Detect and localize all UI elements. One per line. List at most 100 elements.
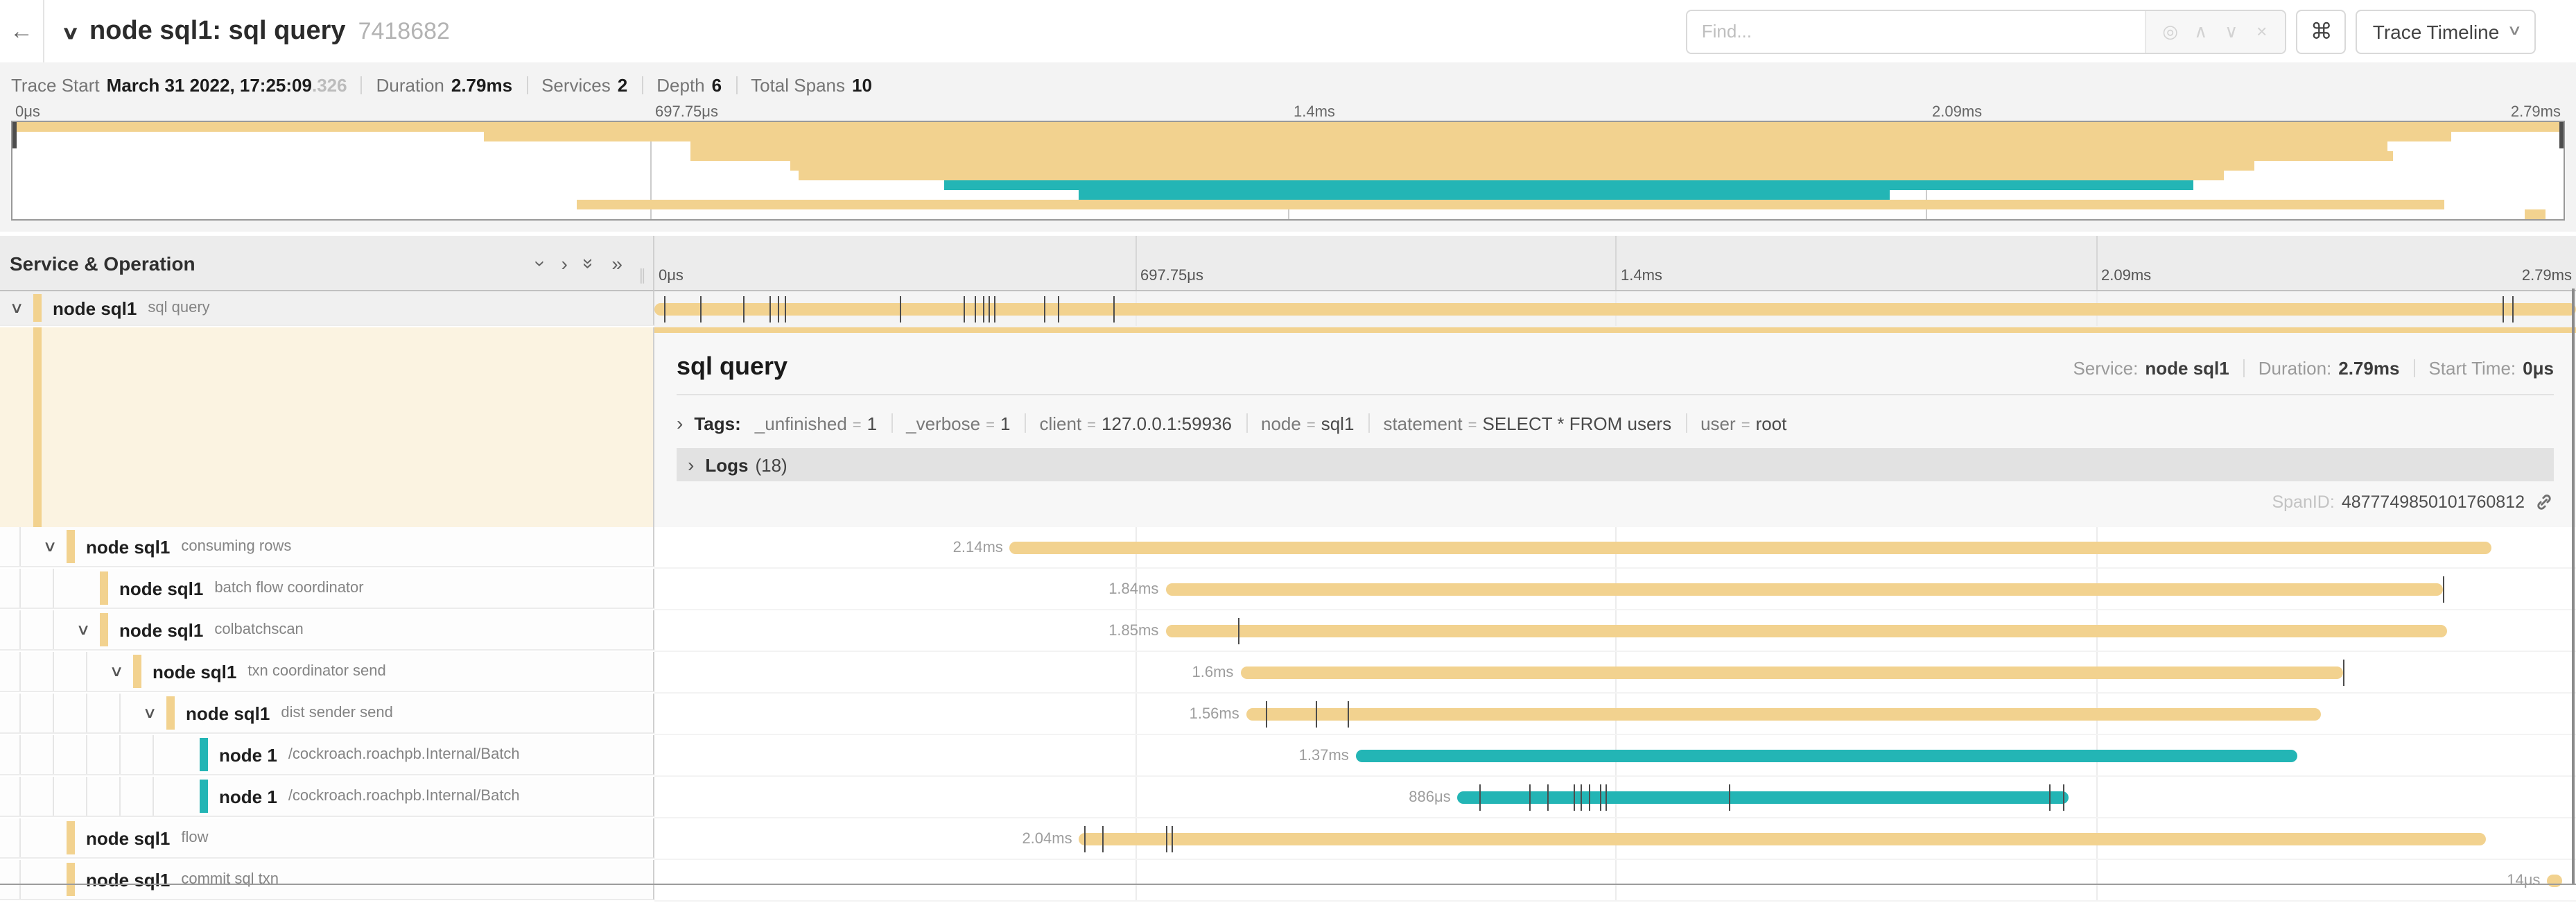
- trace-info-item: Trace StartMarch 31 2022, 17:25:09.326: [11, 75, 347, 96]
- minimap-span-bar: [691, 151, 2393, 161]
- expand-all-icon[interactable]: ›: [561, 253, 567, 273]
- trace-info: Trace StartMarch 31 2022, 17:25:09.326 Du…: [11, 71, 2565, 100]
- span-tree-row[interactable]: ∨node sql1txn coordinator send: [0, 652, 654, 692]
- divider: [1685, 413, 1687, 433]
- log-tick-mark: [2344, 659, 2345, 685]
- span-timeline-row[interactable]: 886μs: [654, 777, 2576, 818]
- log-tick-mark: [1573, 784, 1574, 810]
- prev-match-icon[interactable]: ∧: [2186, 20, 2216, 42]
- search-input[interactable]: [1688, 10, 2146, 52]
- span-bar[interactable]: [654, 302, 2576, 315]
- trace-summary-band: Trace StartMarch 31 2022, 17:25:09.326 Du…: [0, 62, 2576, 232]
- minimap-span-strip: [12, 180, 2564, 190]
- collapse-all-icon[interactable]: ›: [532, 259, 551, 266]
- log-tick-mark: [1581, 784, 1582, 810]
- target-icon[interactable]: ◎: [2155, 20, 2186, 42]
- trace-info-label: Duration: [376, 75, 444, 96]
- back-button[interactable]: ←: [0, 0, 44, 62]
- span-tree-row[interactable]: node 1/cockroach.roachpb.Internal/Batch: [0, 777, 654, 817]
- clear-search-icon[interactable]: ×: [2247, 21, 2277, 42]
- log-tick-mark: [995, 295, 996, 322]
- span-tree-row[interactable]: node sql1batch flow coordinator: [0, 569, 654, 609]
- chevron-down-icon[interactable]: ∨: [110, 662, 124, 680]
- collapse-one-icon[interactable]: »: [580, 257, 600, 268]
- chevron-down-icon[interactable]: ∨: [10, 299, 24, 317]
- trace-title-wrap: ∨ node sql1: sql query 7418682: [64, 16, 450, 46]
- header-actions: ◎∧∨× ⌘ Trace Timeline ∨: [1687, 9, 2576, 53]
- minimap[interactable]: [11, 121, 2565, 221]
- span-bar[interactable]: [1165, 624, 2447, 637]
- span-bar[interactable]: [1010, 541, 2491, 553]
- span-detail-row: sql queryService:node sql1Duration:2.79m…: [0, 327, 2576, 527]
- indent-guide: [53, 735, 54, 774]
- column-resize-handle[interactable]: ∥: [638, 266, 647, 284]
- indent-guide: [53, 569, 54, 608]
- span-row: node 1/cockroach.roachpb.Internal/Batch8…: [0, 777, 2576, 818]
- span-timeline-row[interactable]: 2.14ms: [654, 527, 2576, 569]
- span-duration-label: 1.6ms: [1192, 652, 1241, 692]
- span-bar[interactable]: [1356, 749, 2297, 762]
- span-bar[interactable]: [1246, 707, 2321, 720]
- vertical-scrollbar[interactable]: [2572, 289, 2575, 884]
- tick-label: 697.75μs: [1140, 268, 1203, 284]
- span-tree-row[interactable]: node sql1flow: [0, 818, 654, 859]
- minimap-span-strip: [12, 151, 2564, 161]
- log-tick-mark: [1172, 825, 1173, 852]
- minimap-span-strip: [12, 141, 2564, 151]
- keyboard-shortcuts-button[interactable]: ⌘: [2297, 9, 2347, 53]
- span-id-value: 4877749850101760812: [2342, 492, 2525, 512]
- expand-one-icon[interactable]: »: [611, 253, 623, 273]
- span-tree-row[interactable]: ∨node sql1consuming rows: [0, 527, 654, 567]
- span-row: ∨node sql1consuming rows 2.14ms: [0, 527, 2576, 569]
- chevron-down-icon[interactable]: ∨: [43, 538, 58, 556]
- minimap-right-drag-handle[interactable]: [2559, 122, 2564, 148]
- span-tree-row[interactable]: node sql1commit sql txn: [0, 860, 654, 900]
- trace-info-label: Trace Start: [11, 75, 100, 96]
- chevron-down-icon[interactable]: ∨: [76, 621, 91, 639]
- span-timeline-row[interactable]: 1.6ms: [654, 652, 2576, 694]
- minimap-span-bar: [790, 161, 2254, 171]
- span-row: node sql1commit sql txn14μs: [0, 860, 2576, 902]
- find-group: ◎∧∨×: [1687, 9, 2287, 53]
- divider: [361, 76, 363, 94]
- span-tree-row[interactable]: node 1/cockroach.roachpb.Internal/Batch: [0, 735, 654, 775]
- span-tree-row[interactable]: ∨node sql1colbatchscan: [0, 610, 654, 651]
- span-detail-left-accent: [0, 327, 654, 527]
- view-selector-button[interactable]: Trace Timeline ∨: [2356, 9, 2536, 53]
- span-timeline-row[interactable]: 14μs: [654, 860, 2576, 902]
- indent-guide: [86, 652, 87, 691]
- span-timeline-row[interactable]: 1.56ms: [654, 694, 2576, 735]
- span-tree-row[interactable]: ∨node sql1sql query: [0, 291, 654, 326]
- span-rows: ∨node sql1sql querysql queryService:node…: [0, 291, 2576, 902]
- divider: [641, 76, 643, 94]
- indent-guide: [19, 818, 21, 857]
- chevron-down-icon[interactable]: ∨: [143, 704, 157, 722]
- span-timeline-row[interactable]: 1.37ms: [654, 735, 2576, 777]
- span-timeline-row[interactable]: 1.85ms: [654, 610, 2576, 652]
- divider: [2243, 359, 2245, 377]
- operation-name: /cockroach.roachpb.Internal/Batch: [288, 788, 520, 805]
- span-row: ∨node sql1dist sender send1.56ms: [0, 694, 2576, 735]
- span-timeline-row[interactable]: 1.84ms: [654, 569, 2576, 610]
- operation-name: sql query: [148, 300, 209, 316]
- log-tick-mark: [1316, 700, 1317, 727]
- span-bar[interactable]: [1165, 583, 2443, 595]
- indent-guide: [53, 610, 54, 649]
- span-timeline-row[interactable]: 2.04ms: [654, 818, 2576, 860]
- operation-name: flow: [181, 829, 208, 846]
- span-bar[interactable]: [1240, 666, 2343, 678]
- span-tree-row[interactable]: ∨node sql1dist sender send: [0, 694, 654, 734]
- minimap-left-drag-handle[interactable]: [12, 122, 17, 148]
- tags-toggle[interactable]: ›Tags:_unfinished=1_verbose=1client=127.…: [677, 412, 2554, 434]
- tag-key: _unfinished: [755, 413, 847, 433]
- next-match-icon[interactable]: ∨: [2216, 20, 2247, 42]
- chevron-down-icon[interactable]: ∨: [61, 22, 80, 44]
- logs-toggle[interactable]: ›Logs(18): [677, 448, 2554, 481]
- span-bar[interactable]: [1079, 832, 2486, 845]
- span-duration-label: 2.14ms: [953, 527, 1010, 567]
- span-timeline-row[interactable]: [654, 291, 2576, 327]
- trace-info-value: 2.79ms: [451, 75, 512, 96]
- tag-value: 1: [867, 413, 877, 433]
- link-icon[interactable]: [2534, 492, 2554, 512]
- indent-guide: [53, 652, 54, 691]
